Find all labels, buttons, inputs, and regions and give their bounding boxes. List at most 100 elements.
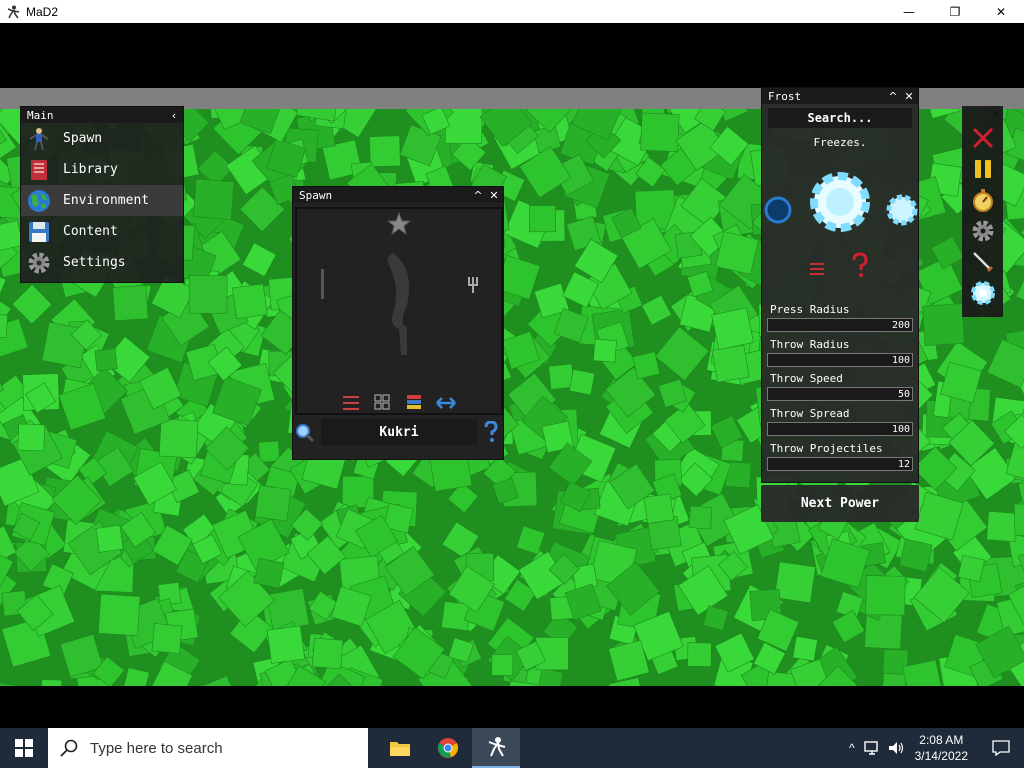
pause-icon: [974, 159, 991, 178]
clock[interactable]: 2:08 AM 3/14/2022: [915, 732, 968, 764]
throw-speed-slider[interactable]: 50: [767, 387, 913, 401]
spawn-item-name[interactable]: Kukri: [321, 419, 477, 445]
taskbar-mad2[interactable]: [472, 728, 520, 768]
clock-time: 2:08 AM: [919, 733, 964, 747]
throw-projectiles-slider[interactable]: 12: [767, 457, 913, 471]
network-icon[interactable]: [863, 740, 881, 756]
clock-date: 3/14/2022: [914, 749, 968, 763]
clear-button[interactable]: [962, 122, 1003, 153]
minimize-icon[interactable]: ^: [471, 188, 485, 202]
search-icon: [60, 739, 78, 757]
frost-icon: [810, 172, 870, 232]
help-icon[interactable]: [483, 421, 499, 443]
next-item-icon: [468, 277, 478, 293]
windows-logo-icon: [15, 739, 33, 757]
window-title-bar: MaD2 — ❐ ✕: [0, 0, 1024, 23]
frost-panel-header[interactable]: Frost ^ ✕: [762, 88, 918, 104]
search-placeholder: Type here to search: [90, 739, 223, 757]
taskbar-chrome[interactable]: [424, 728, 472, 768]
slider-value: 200: [891, 320, 910, 331]
press-radius-slider[interactable]: 200: [767, 318, 913, 332]
notification-icon: [992, 740, 1010, 756]
close-button[interactable]: ✕: [978, 0, 1024, 23]
throw-spread-slider[interactable]: 100: [767, 422, 913, 436]
frost-power-button[interactable]: [962, 277, 1003, 308]
settings-button[interactable]: [962, 215, 1003, 246]
close-icon[interactable]: ✕: [902, 89, 916, 103]
magnifier-icon[interactable]: [295, 423, 315, 443]
next-power-icon: [886, 194, 918, 226]
menu-item-label: Settings: [63, 255, 126, 270]
prev-power-icon: [764, 196, 792, 224]
volume-icon[interactable]: [887, 740, 905, 756]
menu-item-settings[interactable]: Settings: [21, 247, 183, 278]
maximize-button[interactable]: ❐: [932, 0, 978, 23]
slider-label: Throw Radius: [770, 338, 850, 351]
spawn-window-title: Spawn: [299, 188, 333, 202]
menu-item-spawn[interactable]: Spawn: [21, 123, 183, 154]
menu-item-label: Spawn: [63, 131, 103, 146]
spawn-search-bar: Kukri: [293, 417, 503, 447]
folder-icon: [390, 742, 410, 756]
power-description: Freezes.: [813, 136, 867, 149]
gear-icon: [27, 251, 51, 275]
spawn-window-header[interactable]: Spawn ^ ✕: [293, 187, 503, 203]
stopwatch-icon: [972, 188, 993, 212]
collapse-icon[interactable]: ‹: [167, 108, 181, 122]
kukri-icon: [387, 253, 410, 355]
main-menu-panel: Main ‹ Spawn Library Environment Content…: [20, 106, 184, 283]
menu-item-label: Content: [63, 224, 118, 239]
prev-item-icon: [321, 269, 324, 299]
spawn-tool-icons: [343, 394, 456, 410]
window-title: MaD2: [26, 4, 59, 19]
book-icon: [27, 158, 51, 182]
throw-radius-slider[interactable]: 100: [767, 353, 913, 367]
chrome-icon: [437, 738, 459, 758]
menu-item-content[interactable]: Content: [21, 216, 183, 247]
favorite-star-icon: [386, 211, 412, 236]
slider-label: Throw Spread: [770, 407, 850, 420]
taskbar: Type here to search ^ 2:08 AM 3/14/2022: [0, 728, 1024, 768]
pause-button[interactable]: [962, 153, 1003, 184]
floppy-icon: [27, 220, 51, 244]
app-icon: [488, 737, 506, 757]
slider-value: 50: [897, 389, 910, 400]
spawn-preview[interactable]: [295, 207, 503, 415]
list-icon: [810, 263, 824, 275]
globe-icon: [27, 189, 51, 213]
frost-power-panel: Frost ^ ✕ Search... Freezes. Press Radiu…: [761, 87, 919, 483]
close-icon[interactable]: ✕: [487, 188, 501, 202]
system-tray: ^ 2:08 AM 3/14/2022: [849, 728, 1024, 768]
minimize-icon[interactable]: ^: [886, 89, 900, 103]
menu-item-label: Library: [63, 162, 118, 177]
slider-label: Press Radius: [770, 303, 850, 316]
power-search-input[interactable]: Search...: [768, 108, 912, 128]
weapon-button[interactable]: [962, 246, 1003, 277]
chevron-up-icon[interactable]: ^: [849, 741, 855, 755]
slider-label: Throw Projectiles: [770, 442, 883, 455]
next-power-button[interactable]: Next Power: [761, 485, 919, 522]
main-menu-title: Main: [27, 108, 54, 122]
notification-button[interactable]: [978, 728, 1024, 768]
toolbar-header: ‹: [962, 106, 1003, 122]
close-x-icon: [972, 127, 993, 148]
main-menu-header[interactable]: Main ‹: [21, 107, 183, 123]
menu-item-library[interactable]: Library: [21, 154, 183, 185]
slow-motion-button[interactable]: [962, 184, 1003, 215]
taskbar-file-explorer[interactable]: [376, 728, 424, 768]
taskbar-search-input[interactable]: Type here to search: [48, 728, 368, 768]
frost-panel-title: Frost: [768, 89, 802, 103]
minimize-button[interactable]: —: [886, 0, 932, 23]
slider-value: 100: [891, 424, 910, 435]
app-icon: [7, 5, 20, 18]
start-button[interactable]: [0, 728, 48, 768]
slider-value: 100: [891, 355, 910, 366]
random-icon: [852, 252, 868, 270]
slider-value: 12: [897, 459, 910, 470]
slider-label: Throw Speed: [770, 372, 843, 385]
menu-item-environment[interactable]: Environment: [21, 185, 183, 216]
quick-toolbar: ‹: [962, 106, 1003, 317]
collapse-icon[interactable]: ‹: [992, 106, 999, 122]
frost-icon: [970, 280, 995, 305]
frost-preview: [764, 172, 918, 277]
